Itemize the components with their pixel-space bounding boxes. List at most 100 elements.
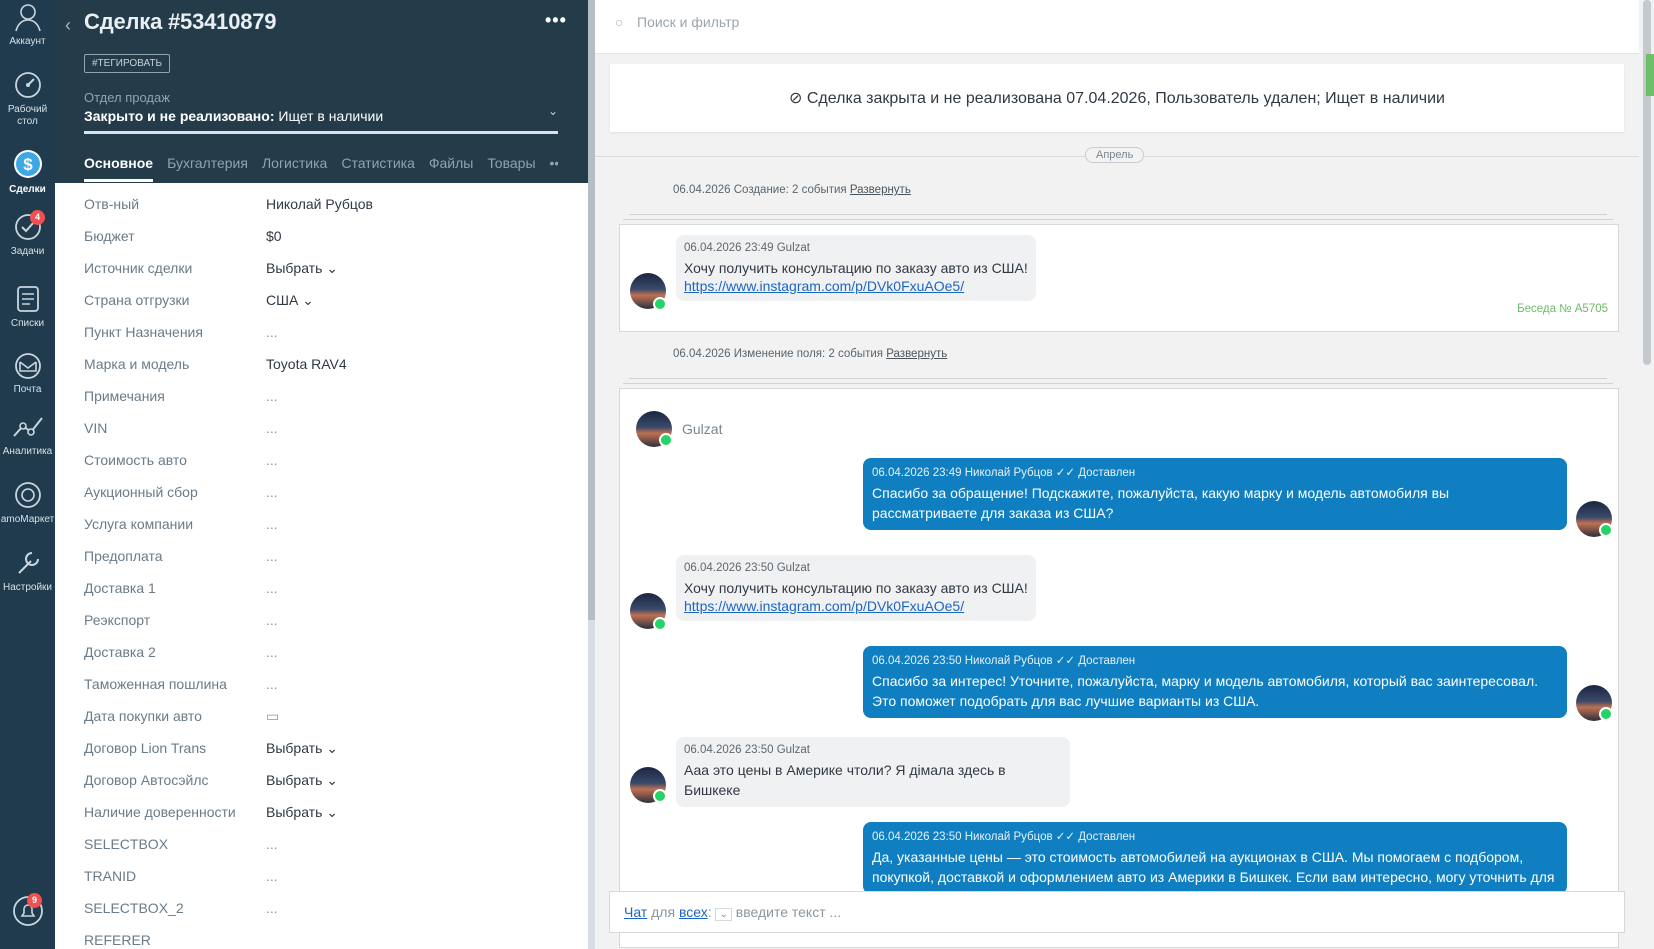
nav-lists[interactable]: Списки	[0, 284, 55, 330]
nav-tasks[interactable]: Задачи 4	[0, 210, 55, 258]
field-row: REFERER	[84, 932, 564, 949]
recipients-link[interactable]: всех	[679, 904, 708, 920]
field-label: Дата покупки авто	[84, 708, 202, 724]
field-value[interactable]: ...	[266, 900, 278, 916]
expand-link[interactable]: Развернуть	[850, 184, 911, 196]
feed-scrollbar[interactable]	[1639, 0, 1654, 949]
message-link[interactable]: https://www.instagram.com/p/DVk0FxuAOe5/	[684, 278, 1028, 294]
field-label: Источник сделки	[84, 260, 193, 276]
field-value[interactable]: ...	[266, 452, 278, 468]
message-text: Хочу получить консультацию по заказу авт…	[684, 580, 1028, 596]
field-value[interactable]: ...	[266, 612, 278, 628]
message-meta: 06.04.2026 23:50 Gulzat	[684, 562, 810, 574]
chevron-down-icon[interactable]: ⌄	[548, 104, 558, 118]
search-bar[interactable]: ○ Поиск и фильтр	[595, 0, 1639, 54]
search-input[interactable]: Поиск и фильтр	[637, 14, 739, 30]
chevron-down-icon[interactable]: ⌄	[715, 908, 732, 921]
event-summary: 06.04.2026 Создание: 2 события Развернут…	[673, 184, 911, 196]
field-value[interactable]: ...	[266, 324, 278, 340]
field-value[interactable]: Выбрать ⌄	[266, 740, 338, 757]
market-icon	[14, 482, 41, 508]
nav-label: Аналитика	[2, 446, 53, 457]
tab-files[interactable]: Файлы	[429, 155, 473, 179]
field-value[interactable]: $0	[266, 228, 282, 244]
tab-accounting[interactable]: Бухгалтерия	[167, 155, 248, 179]
field-value[interactable]: ...	[266, 836, 278, 852]
card-scrollbar[interactable]	[588, 0, 595, 949]
field-row: Наличие доверенности Выбрать ⌄	[84, 804, 564, 836]
field-row: Реэкспорт...	[84, 612, 564, 644]
nav-label: Аккаунт	[9, 36, 46, 47]
nav-notifications[interactable]: 9	[0, 893, 55, 931]
field-value[interactable]: ...	[266, 388, 278, 404]
field-value[interactable]: ...	[266, 644, 278, 660]
message-meta: 06.04.2026 23:50 Николай Рубцов	[872, 831, 1053, 843]
tab-more[interactable]: •••	[550, 155, 558, 179]
deals-icon: $	[13, 150, 42, 178]
chat-input[interactable]: Чат для всех: ⌄ введите текст ...	[624, 904, 842, 921]
card-fields: Отв-ный Николай Рубцов Бюджет $0 Источник сд…	[84, 196, 564, 949]
field-value[interactable]: ...	[266, 420, 278, 436]
nav-label: Задачи	[10, 246, 45, 257]
field-row: Бюджет $0	[84, 228, 564, 260]
month-separator: Апрель	[1085, 147, 1145, 163]
field-value[interactable]: Toyota RAV4	[266, 356, 347, 372]
delivery-status: ✓✓ Доставлен	[1055, 831, 1136, 843]
message-link[interactable]: https://www.instagram.com/p/DVk0FxuAOe5/	[684, 598, 1028, 614]
field-row: Доставка 2...	[84, 644, 564, 676]
field-value[interactable]: Выбрать ⌄	[266, 804, 338, 821]
tab-statistics[interactable]: Статистика	[341, 155, 415, 179]
tab-logistics[interactable]: Логистика	[262, 155, 327, 179]
field-label: Примечания	[84, 388, 165, 404]
message-incoming: 06.04.2026 23:50 Gulzat Хочу получить ко…	[676, 555, 1036, 621]
field-label: Наличие доверенности	[84, 804, 236, 820]
conversation-label[interactable]: Беседа № A5705	[1517, 303, 1608, 315]
field-value[interactable]: ...	[266, 676, 278, 692]
tab-main[interactable]: Основное	[84, 155, 154, 182]
pipeline-status[interactable]: Закрыто и не реализовано: Ищет в наличии	[84, 108, 383, 124]
field-row: Договор Автосэйлс Выбрать ⌄	[84, 772, 564, 804]
field-value[interactable]: Николай Рубцов	[266, 196, 373, 212]
nav-analytics[interactable]: Аналитика	[0, 412, 55, 458]
nav-dashboard[interactable]: Рабочий стол	[0, 70, 55, 128]
chat-input-bar[interactable]: Чат для всех: ⌄ введите текст ...	[609, 891, 1625, 933]
field-value[interactable]: ...	[266, 868, 278, 884]
field-value[interactable]: США ⌄	[266, 292, 314, 309]
field-value[interactable]: ...	[266, 548, 278, 564]
nav-settings[interactable]: Настройки	[0, 548, 55, 594]
field-row: TRANID...	[84, 868, 564, 900]
back-arrow-icon[interactable]: ‹	[65, 15, 71, 36]
card-menu-button[interactable]: •••	[545, 10, 567, 31]
pipeline-label: Отдел продаж	[84, 90, 170, 105]
field-value[interactable]: ...	[266, 580, 278, 596]
prohibited-icon: ⊘	[789, 90, 803, 107]
field-value[interactable]: Выбрать ⌄	[266, 772, 338, 789]
chat-input-placeholder: введите текст ...	[735, 904, 842, 920]
chat-mode-link[interactable]: Чат	[624, 904, 647, 920]
card-scrollbar-thumb[interactable]	[588, 0, 595, 620]
message-incoming: 06.04.2026 23:50 Gulzat Ааа это цены в А…	[676, 737, 1070, 807]
tag-button[interactable]: #ТЕГИРОВАТЬ	[84, 54, 171, 73]
field-row: Пункт Назначения...	[84, 324, 564, 356]
nav-account[interactable]: Аккаунт	[0, 2, 55, 48]
field-label: Бюджет	[84, 228, 135, 244]
card-tabs: Основное Бухгалтерия Логистика Статистика Фа…	[84, 155, 558, 183]
field-value[interactable]: ...	[266, 484, 278, 500]
stack-edge	[629, 214, 1607, 215]
field-label: SELECTBOX_2	[84, 900, 184, 916]
expand-link[interactable]: Развернуть	[886, 348, 947, 360]
nav-deals[interactable]: $ Сделки	[0, 148, 55, 196]
field-value[interactable]: ...	[266, 516, 278, 532]
event-summary: 06.04.2026 Изменение поля: 2 события Раз…	[673, 348, 947, 360]
tab-products[interactable]: Товары	[487, 155, 535, 179]
nav-label: Почта	[13, 384, 42, 395]
field-value[interactable]: Выбрать ⌄	[266, 260, 338, 277]
field-label: Реэкспорт	[84, 612, 151, 628]
field-row: Отв-ный Николай Рубцов	[84, 196, 564, 228]
nav-market[interactable]: amoМаркет	[0, 480, 55, 526]
field-value[interactable]: ▭	[266, 708, 279, 725]
message-text: Хочу получить консультацию по заказу авт…	[684, 260, 1028, 276]
whatsapp-icon	[653, 789, 667, 803]
nav-mail[interactable]: Почта	[0, 352, 55, 396]
deal-title[interactable]: Сделка #53410879	[84, 9, 277, 35]
